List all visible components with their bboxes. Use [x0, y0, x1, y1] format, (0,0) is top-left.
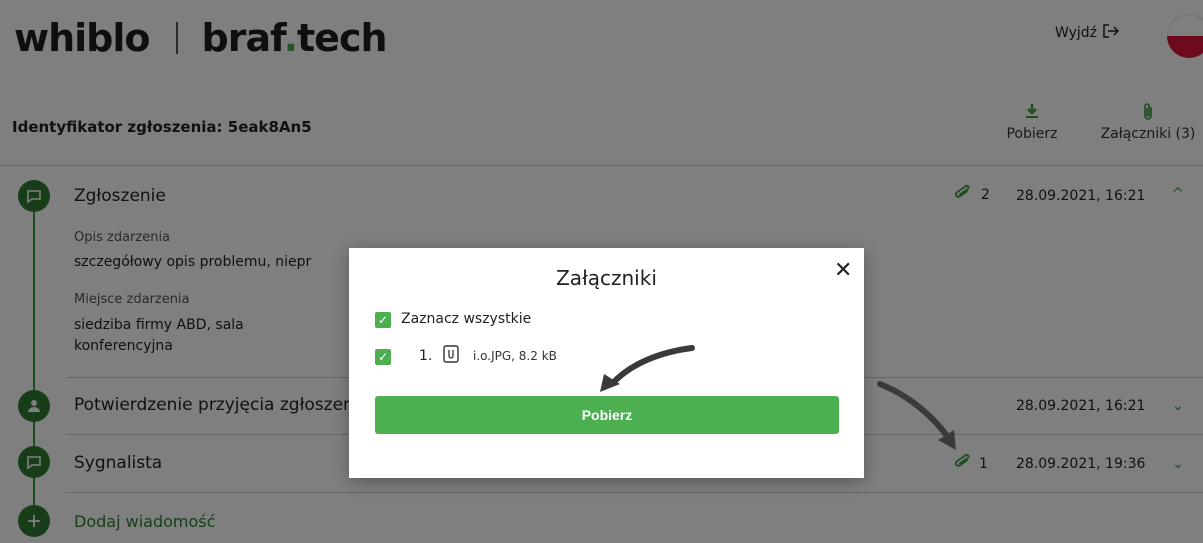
close-icon[interactable]: ✕	[834, 258, 852, 283]
file-index: 1.	[419, 348, 433, 364]
select-all-checkbox[interactable]: ✓	[375, 312, 391, 328]
file-name: i.o.JPG, 8.2 kB	[473, 349, 557, 363]
modal-title: Załączniki	[556, 266, 657, 290]
attachments-modal: Załączniki ✕ ✓ Zaznacz wszystkie ✓ 1. i.…	[349, 248, 864, 478]
file-checkbox[interactable]: ✓	[375, 349, 391, 365]
select-all-label: Zaznacz wszystkie	[401, 311, 532, 327]
download-selected-button[interactable]: Pobierz	[375, 396, 839, 434]
file-attachment-icon	[443, 345, 459, 367]
